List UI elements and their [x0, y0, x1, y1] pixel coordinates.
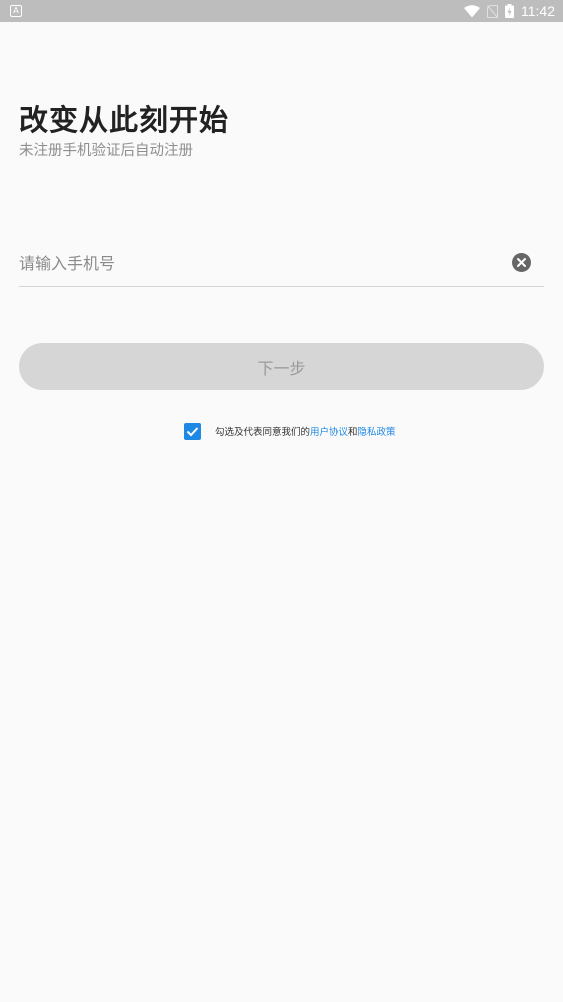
check-icon: [186, 426, 199, 436]
page-subtitle: 未注册手机验证后自动注册: [19, 143, 193, 159]
page-title: 改变从此刻开始: [19, 103, 230, 137]
privacy-policy-link[interactable]: 隐私政策: [358, 427, 396, 438]
agreement-conjunction: 和: [348, 427, 358, 438]
wifi-icon: [464, 4, 480, 17]
agreement-text: 勾选及代表同意我们的用户协议和隐私政策: [215, 424, 396, 438]
battery-charging-icon: [505, 4, 514, 18]
status-icons: 11:42: [464, 0, 555, 22]
phone-input-row: [19, 240, 544, 287]
agreement-prefix: 勾选及代表同意我们的: [215, 427, 311, 438]
next-button[interactable]: 下一步: [19, 343, 544, 390]
clear-icon[interactable]: [512, 253, 531, 272]
agreement-checkbox[interactable]: [184, 422, 201, 440]
agreement-row: 勾选及代表同意我们的用户协议和隐私政策: [184, 422, 396, 440]
no-sim-icon: [487, 4, 498, 18]
user-agreement-link[interactable]: 用户协议: [310, 427, 348, 438]
phone-input[interactable]: [19, 240, 499, 286]
app-notification-icon: A: [10, 5, 22, 17]
status-bar: A 11:42: [0, 0, 563, 22]
status-time: 11:42: [521, 3, 555, 19]
